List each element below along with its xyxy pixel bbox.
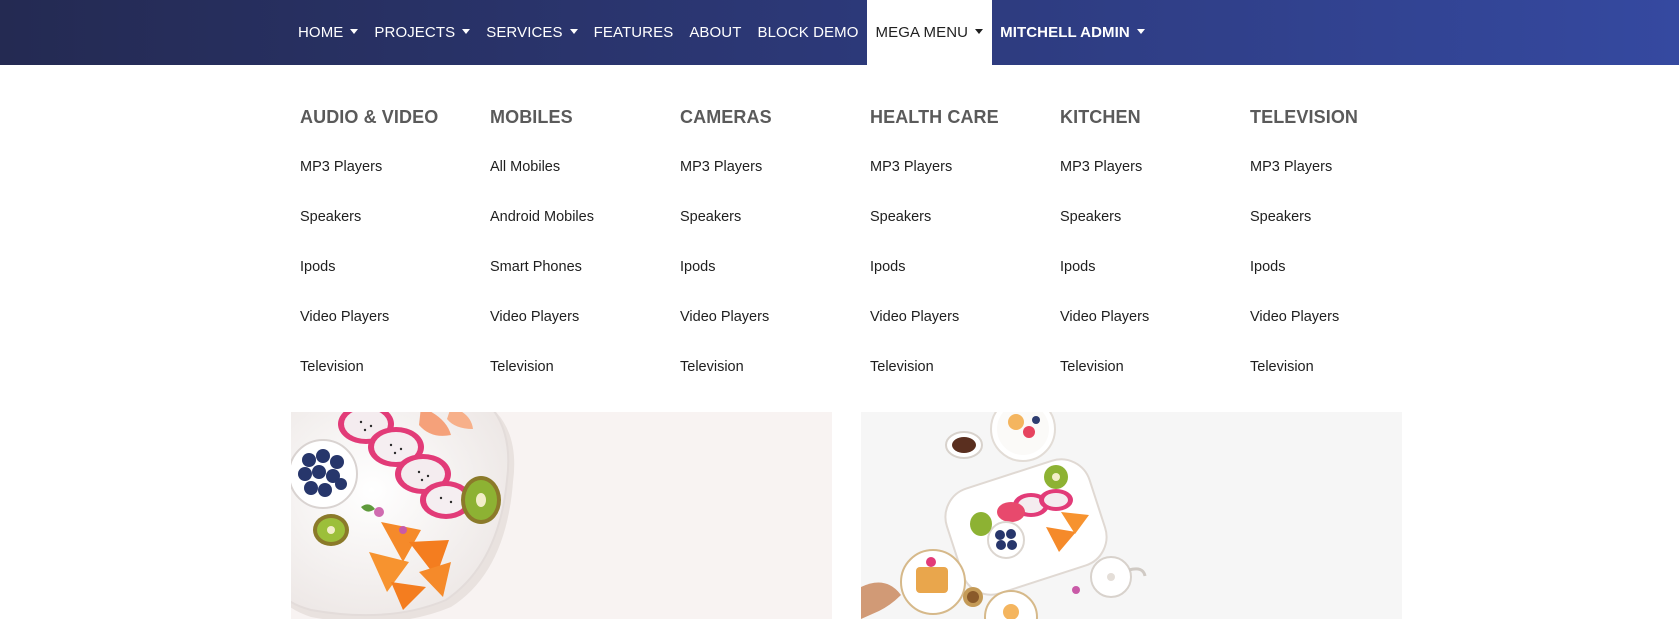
menu-link[interactable]: Television	[490, 359, 554, 375]
column-heading: CAMERAS	[680, 107, 772, 127]
nav-block-demo-label: BLOCK DEMO	[757, 24, 859, 41]
nav-menu: HOME PROJECTS SERVICES FEATURES ABOUT BL…	[290, 0, 1153, 65]
nav-about[interactable]: ABOUT	[681, 0, 749, 65]
menu-link[interactable]: All Mobiles	[490, 159, 560, 175]
menu-link[interactable]: Ipods	[300, 259, 335, 275]
menu-link[interactable]: Speakers	[300, 209, 361, 225]
column-heading: MOBILES	[490, 107, 573, 127]
nav-features-label: FEATURES	[593, 24, 674, 41]
menu-link[interactable]: Television	[680, 359, 744, 375]
breakfast-table-banner[interactable]	[861, 412, 1402, 619]
nav-features[interactable]: FEATURES	[586, 0, 682, 65]
menu-link[interactable]: MP3 Players	[300, 159, 382, 175]
caret-down-icon	[462, 29, 471, 34]
nav-home[interactable]: HOME	[290, 0, 366, 65]
caret-down-icon	[975, 29, 984, 34]
menu-link[interactable]: Android Mobiles	[490, 209, 594, 225]
nav-block-demo[interactable]: BLOCK DEMO	[750, 0, 867, 65]
menu-link[interactable]: Video Players	[1250, 309, 1339, 325]
caret-down-icon	[350, 29, 359, 34]
nav-home-label: HOME	[298, 24, 344, 41]
nav-projects-label: PROJECTS	[374, 24, 456, 41]
fruit-platter-banner[interactable]	[291, 412, 832, 619]
column-heading: KITCHEN	[1060, 107, 1141, 127]
menu-link[interactable]: Speakers	[1250, 209, 1311, 225]
menu-link[interactable]: Television	[870, 359, 934, 375]
menu-link[interactable]: MP3 Players	[870, 159, 952, 175]
nav-about-label: ABOUT	[689, 24, 742, 41]
menu-link[interactable]: Ipods	[1250, 259, 1285, 275]
menu-link[interactable]: Ipods	[870, 259, 905, 275]
menu-link[interactable]: Television	[1060, 359, 1124, 375]
menu-link[interactable]: Video Players	[1060, 309, 1149, 325]
nav-mega-menu[interactable]: MEGA MENU	[866, 0, 993, 65]
nav-user-menu[interactable]: MITCHELL ADMIN	[992, 0, 1153, 65]
column-heading: AUDIO & VIDEO	[300, 107, 439, 127]
menu-link[interactable]: Television	[300, 359, 364, 375]
fruit-platter-image	[291, 412, 515, 619]
menu-link[interactable]: Ipods	[680, 259, 715, 275]
menu-link[interactable]: MP3 Players	[680, 159, 762, 175]
menu-link[interactable]: MP3 Players	[1250, 159, 1332, 175]
nav-user-label: MITCHELL ADMIN	[1000, 24, 1130, 41]
menu-link[interactable]: Video Players	[490, 309, 579, 325]
column-heading: TELEVISION	[1250, 107, 1359, 127]
menu-link[interactable]: Video Players	[300, 309, 389, 325]
nav-services[interactable]: SERVICES	[478, 0, 585, 65]
menu-link[interactable]: Smart Phones	[490, 259, 582, 275]
menu-link[interactable]: Video Players	[680, 309, 769, 325]
nav-mega-menu-label: MEGA MENU	[875, 24, 969, 41]
caret-down-icon	[1136, 29, 1145, 34]
menu-link[interactable]: Speakers	[870, 209, 931, 225]
menu-link[interactable]: MP3 Players	[1060, 159, 1142, 175]
menu-link[interactable]: Ipods	[1060, 259, 1095, 275]
nav-services-label: SERVICES	[486, 24, 563, 41]
breakfast-table-image	[861, 412, 1147, 619]
menu-link[interactable]: Speakers	[680, 209, 741, 225]
menu-link[interactable]: Television	[1250, 359, 1314, 375]
column-heading: HEALTH CARE	[870, 107, 999, 127]
caret-down-icon	[569, 29, 578, 34]
menu-link[interactable]: Speakers	[1060, 209, 1121, 225]
top-navbar: HOME PROJECTS SERVICES FEATURES ABOUT BL…	[0, 0, 1679, 65]
nav-projects[interactable]: PROJECTS	[366, 0, 478, 65]
menu-link[interactable]: Video Players	[870, 309, 959, 325]
